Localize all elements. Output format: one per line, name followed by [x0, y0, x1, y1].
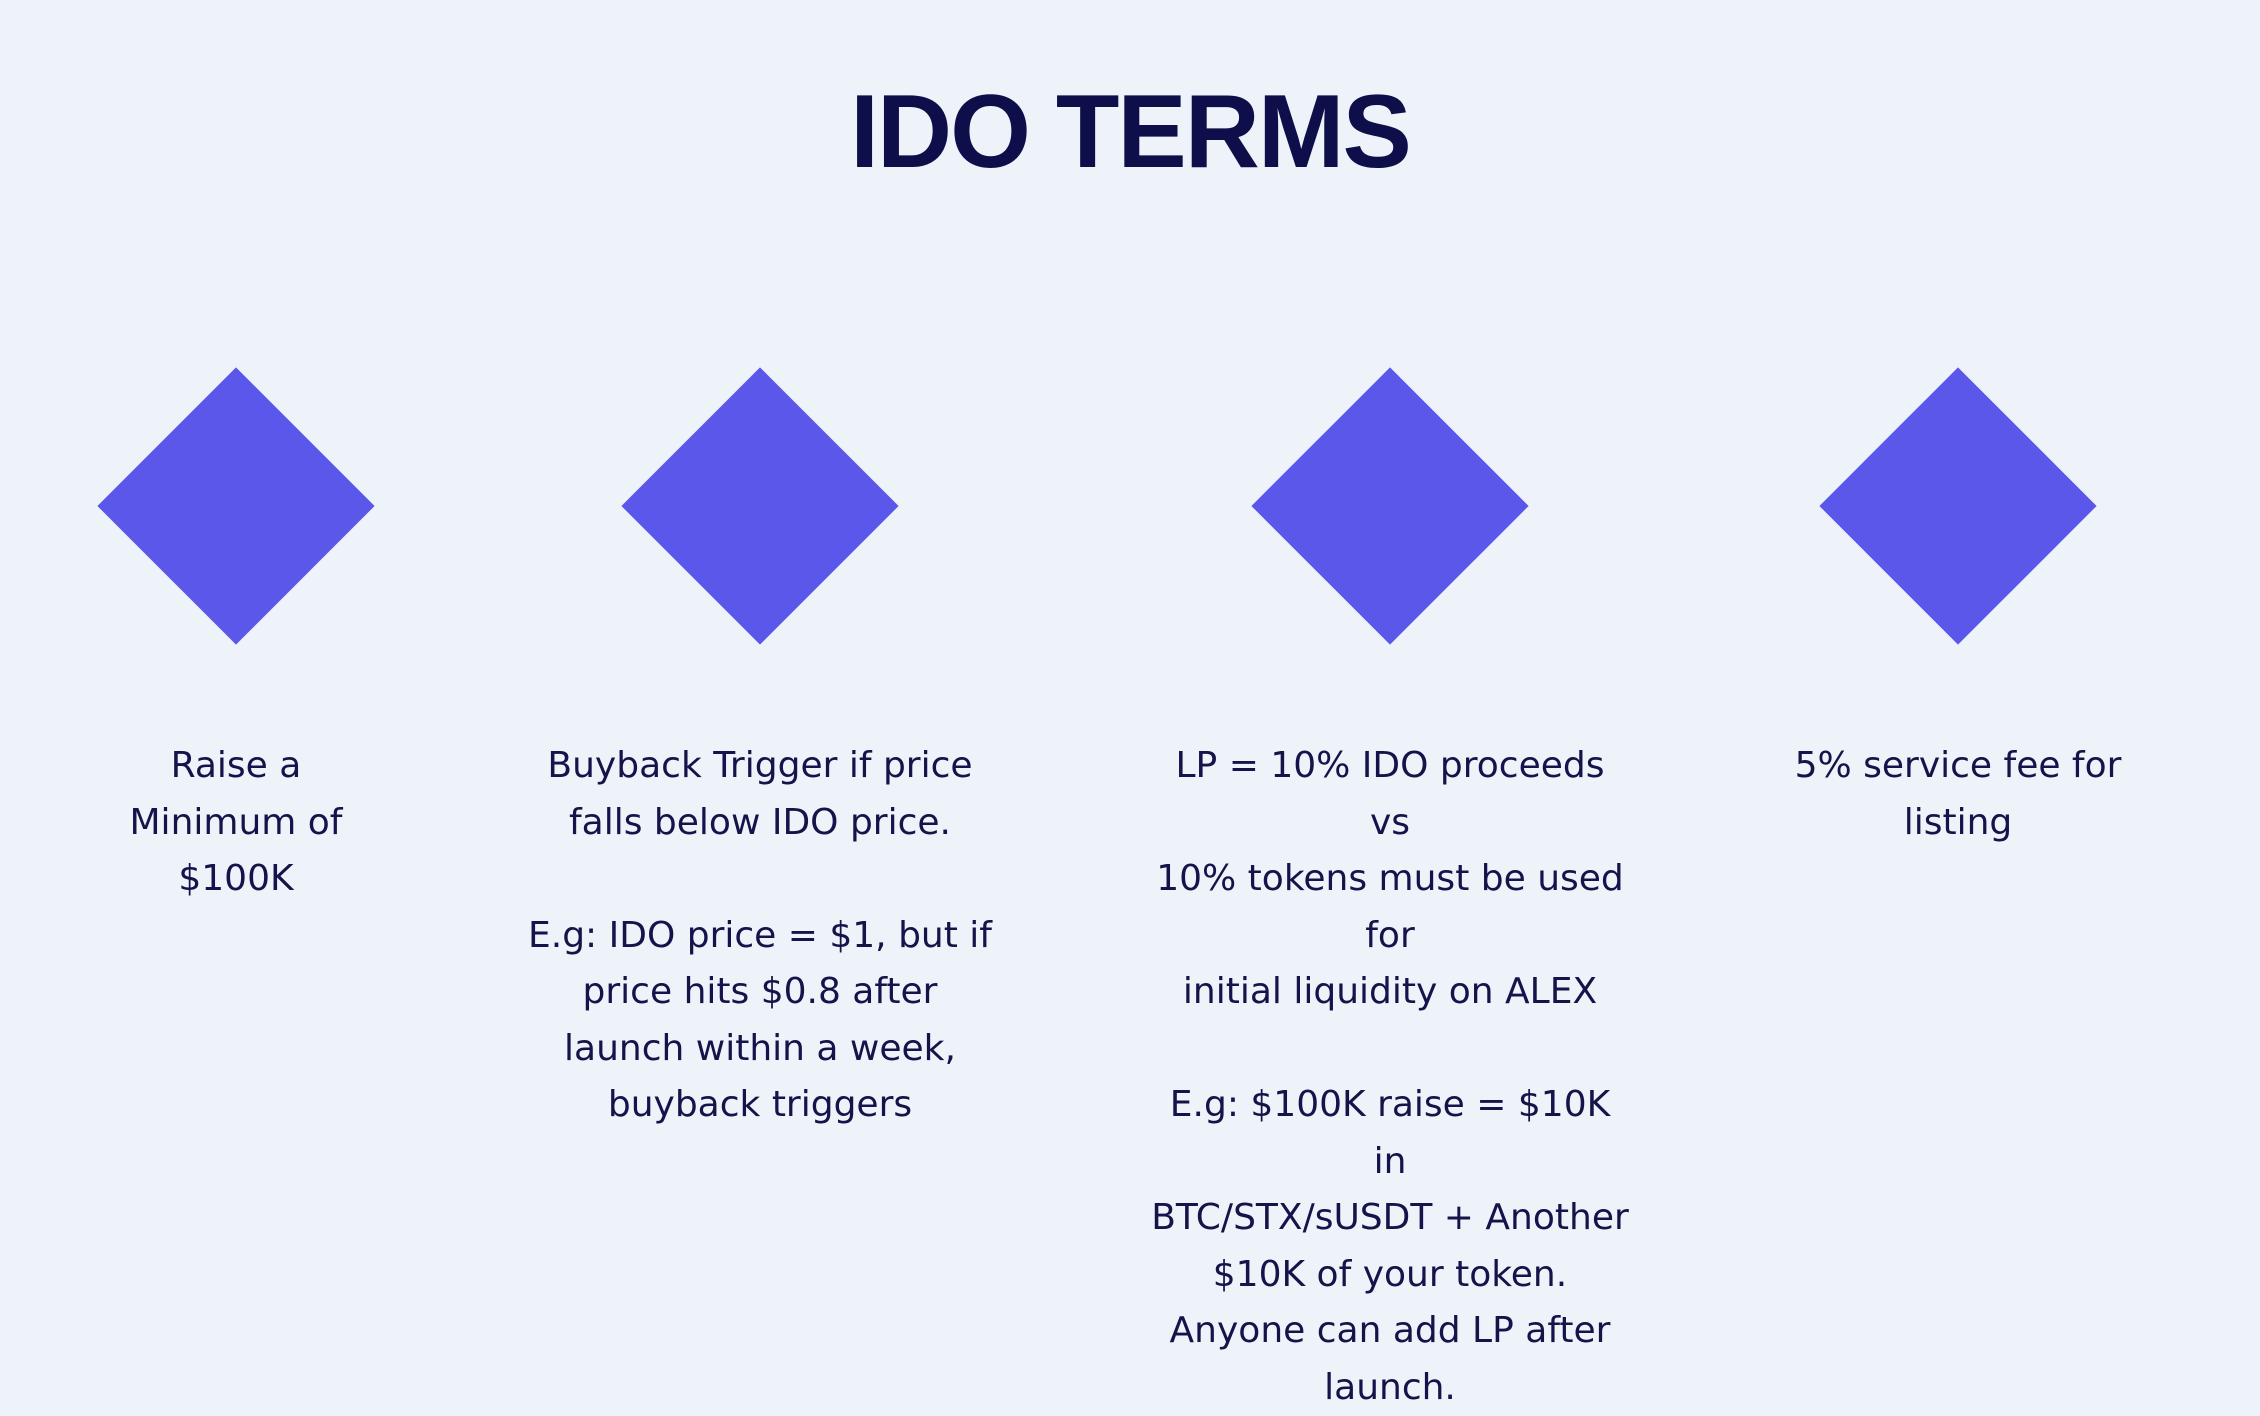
diamond-icon: [621, 367, 899, 645]
term-liquidity-pool: LP = 10% IDO proceeds vs 10% tokens must…: [1150, 367, 1630, 1416]
term-text: Buyback Trigger if price falls below IDO…: [528, 745, 992, 1125]
diamond-icon: [1819, 367, 2097, 645]
term-buyback-trigger: Buyback Trigger if price falls below IDO…: [520, 367, 1000, 1134]
term-service-fee: 5% service fee for listing: [1718, 367, 2198, 851]
page-title: IDO TERMS: [850, 74, 1412, 190]
term-text: 5% service fee for listing: [1794, 745, 2122, 843]
term-text: Raise a Minimum of $100K: [129, 745, 343, 899]
term-minimum-raise: Raise a Minimum of $100K: [0, 367, 476, 908]
term-text: LP = 10% IDO proceeds vs 10% tokens must…: [1151, 745, 1629, 1408]
diamond-icon: [97, 367, 375, 645]
diamond-icon: [1251, 367, 1529, 645]
